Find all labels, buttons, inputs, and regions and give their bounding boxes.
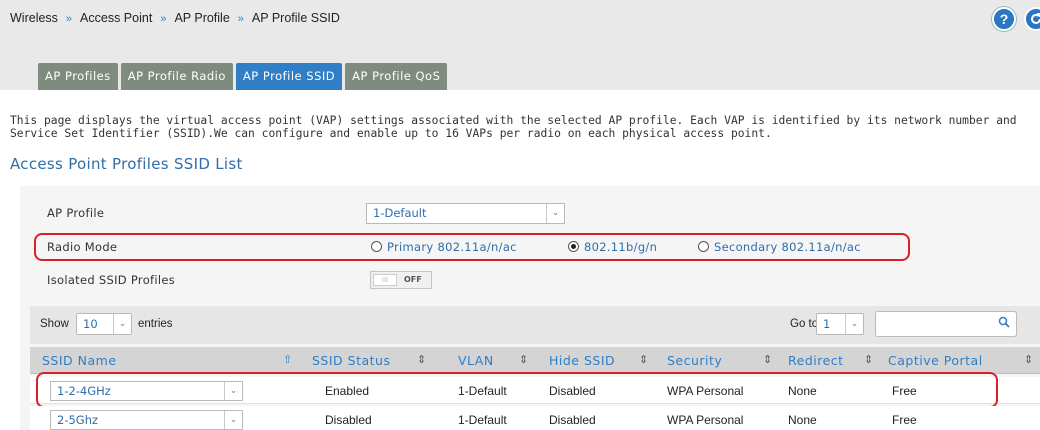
description-line-1: This page displays the virtual access po… xyxy=(10,114,1017,127)
sort-asc-icon[interactable]: ⇧ xyxy=(283,353,292,366)
chevron-down-icon: ⌄ xyxy=(113,314,131,334)
column-vlan[interactable]: VLAN xyxy=(458,353,494,368)
tab-ap-profile-ssid[interactable]: AP Profile SSID xyxy=(235,63,343,90)
chevron-down-icon: ⌄ xyxy=(845,314,863,334)
breadcrumb-separator: » xyxy=(237,13,244,25)
entries-label: entries xyxy=(138,318,173,330)
table-row[interactable]: 2-5Ghz ⌄ Disabled 1-Default Disabled WPA… xyxy=(30,406,1040,430)
sort-icon[interactable]: ⇕ xyxy=(763,353,772,366)
breadcrumb-item-ap-profile[interactable]: AP Profile xyxy=(174,11,229,25)
goto-page-select[interactable]: 1 ⌄ xyxy=(816,313,864,335)
search-input[interactable] xyxy=(875,311,1017,337)
redirect: None xyxy=(788,413,817,427)
column-ssid-name[interactable]: SSID Name xyxy=(42,353,117,368)
search-icon[interactable] xyxy=(998,316,1010,328)
breadcrumb: Wireless » Access Point » AP Profile » AP Prof… xyxy=(10,11,340,25)
tab-ap-profile-qos[interactable]: AP Profile QoS xyxy=(345,63,448,90)
ssid-name: 2-5Ghz xyxy=(57,413,99,427)
sort-icon[interactable]: ⇕ xyxy=(864,353,873,366)
isolated-ssid-label: Isolated SSID Profiles xyxy=(47,273,176,287)
column-captive-portal[interactable]: Captive Portal xyxy=(888,353,983,368)
chevron-down-icon: ⌄ xyxy=(546,204,564,223)
highlight-annotation xyxy=(36,372,998,408)
breadcrumb-item-ap-profile-ssid: AP Profile SSID xyxy=(251,11,340,25)
highlight-annotation xyxy=(34,233,910,261)
ap-profile-label: AP Profile xyxy=(47,206,105,220)
chevron-down-icon: ⌄ xyxy=(224,411,242,429)
goto-label: Go to xyxy=(790,318,819,330)
hide-ssid: Disabled xyxy=(549,413,596,427)
tab-ap-profiles[interactable]: AP Profiles xyxy=(38,63,118,90)
ap-profile-value: 1-Default xyxy=(373,206,427,220)
toggle-knob: III xyxy=(373,274,397,286)
column-hide-ssid[interactable]: Hide SSID xyxy=(549,353,615,368)
page-description: This page displays the virtual access po… xyxy=(10,114,1040,140)
help-icon[interactable]: ? xyxy=(992,7,1016,31)
isolated-ssid-toggle[interactable]: III OFF xyxy=(370,271,432,289)
breadcrumb-item-wireless[interactable]: Wireless xyxy=(10,11,58,25)
tab-ap-profile-radio[interactable]: AP Profile Radio xyxy=(120,63,233,90)
show-label: Show xyxy=(40,318,69,330)
toggle-state-text: OFF xyxy=(404,275,422,284)
ap-profile-select[interactable]: 1-Default ⌄ xyxy=(366,203,565,224)
breadcrumb-item-access-point[interactable]: Access Point xyxy=(80,11,152,25)
ssid-select[interactable]: 2-5Ghz ⌄ xyxy=(50,410,243,430)
column-ssid-status[interactable]: SSID Status xyxy=(312,353,391,368)
breadcrumb-separator: » xyxy=(160,13,167,25)
vlan: 1-Default xyxy=(458,413,507,427)
sort-icon[interactable]: ⇕ xyxy=(417,353,426,366)
breadcrumb-separator: » xyxy=(65,13,73,25)
sort-icon[interactable]: ⇕ xyxy=(639,353,648,366)
entries-value: 10 xyxy=(83,317,98,331)
security: WPA Personal xyxy=(667,413,744,427)
goto-page-value: 1 xyxy=(823,317,831,331)
captive-portal: Free xyxy=(892,413,917,427)
description-line-2: Service Set Identifier (SSID).We can con… xyxy=(10,127,772,140)
entries-select[interactable]: 10 ⌄ xyxy=(76,313,132,335)
column-security[interactable]: Security xyxy=(667,353,722,368)
table-header: SSID Name ⇧ SSID Status ⇕ VLAN ⇕ Hide SS… xyxy=(30,347,1040,374)
tab-bar: AP Profiles AP Profile Radio AP Profile … xyxy=(38,63,448,90)
sort-icon[interactable]: ⇕ xyxy=(1024,353,1033,366)
column-redirect[interactable]: Redirect xyxy=(788,353,844,368)
section-title: Access Point Profiles SSID List xyxy=(10,155,243,173)
ssid-status: Disabled xyxy=(325,413,372,427)
sort-icon[interactable]: ⇕ xyxy=(519,353,528,366)
